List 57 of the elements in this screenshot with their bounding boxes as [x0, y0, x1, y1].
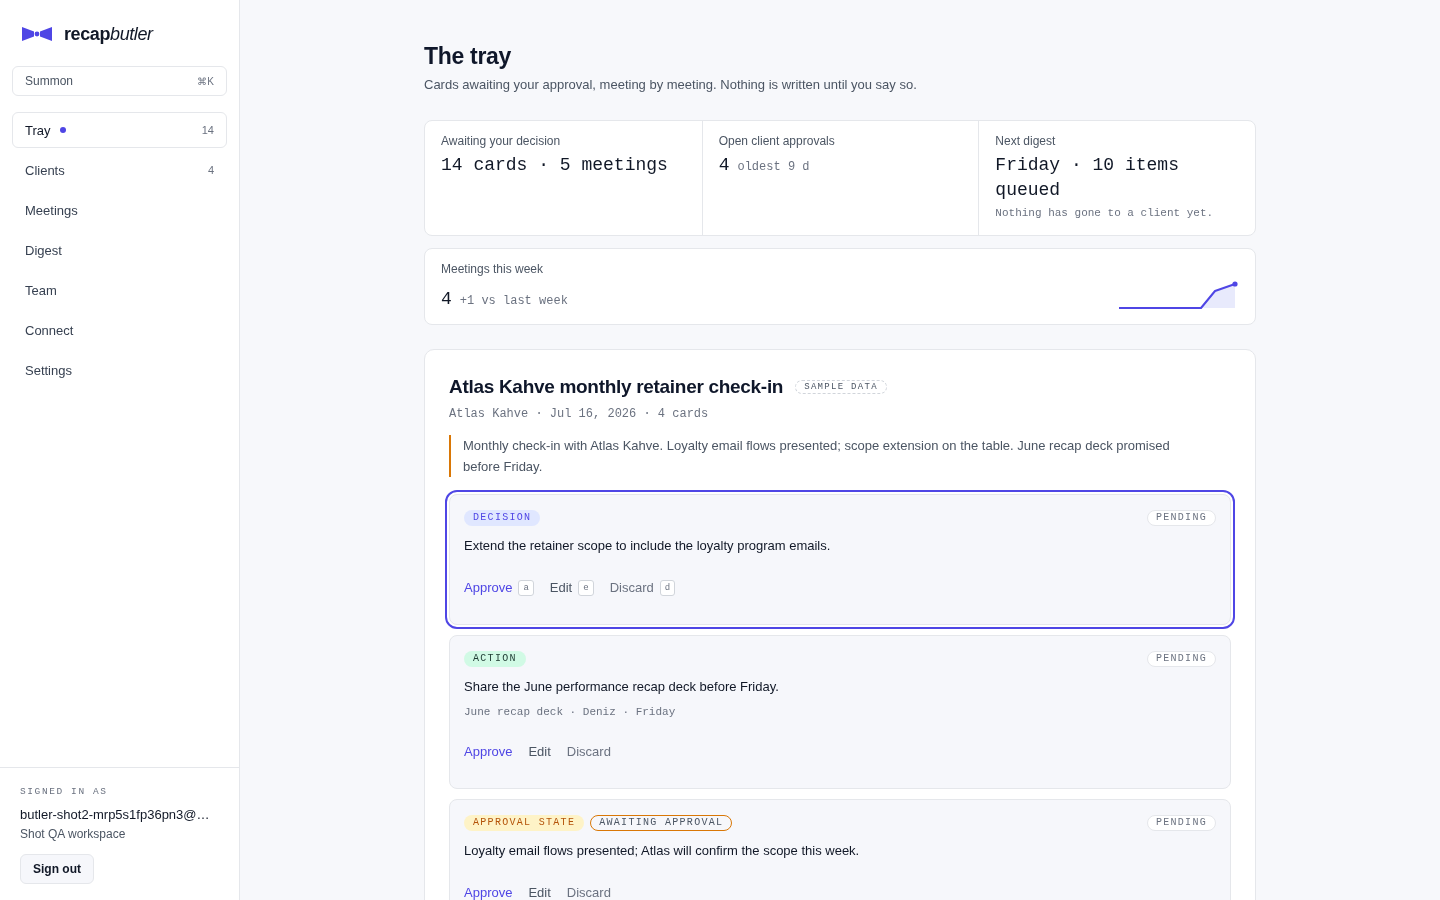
- nav-item[interactable]: Digest: [12, 232, 227, 268]
- nav-item[interactable]: Meetings: [12, 192, 227, 228]
- page-title: The tray: [424, 42, 513, 71]
- stat-label: Meetings this week: [441, 261, 545, 277]
- meeting-meta: Atlas Kahve · Jul 16, 2026 · 4 cards: [449, 406, 710, 422]
- stat-value: 4: [441, 288, 452, 311]
- status-badge: PENDING: [1146, 651, 1216, 667]
- status-badge: PENDING: [1146, 815, 1216, 831]
- stat-value: Friday · 10 items queued: [995, 154, 1180, 202]
- stat-note: Nothing has gone to a client yet.: [995, 206, 1215, 221]
- meeting-title: Atlas Kahve monthly retainer check-in: [449, 375, 784, 399]
- card-text: Extend the retainer scope to include the loyalty program emails.: [464, 537, 832, 555]
- card-text: Share the June performance recap deck before Friday.: [464, 678, 780, 696]
- item-count: 4: [207, 164, 214, 176]
- app-logo: recapbutler: [64, 23, 153, 45]
- stat-label: Next digest: [995, 133, 1057, 149]
- meeting-summary: Monthly check-in with Atlas Kahve. Loyalty email flows presented; scope extension on the table. June recap deck promised before Friday.: [449, 435, 1231, 477]
- card-type-tag: ACTION: [464, 651, 526, 667]
- stat-value: 4: [718, 154, 730, 177]
- edit-button[interactable]: Edit: [549, 578, 573, 598]
- edit-button[interactable]: Edit: [528, 742, 551, 762]
- tray-card[interactable]: APPROVAL STATE AWAITING APPROVAL PENDING Loyalty email flows presented; Atlas will confirm the scope this week. Approve Edit Discard: [449, 799, 1231, 900]
- card-detail: June recap deck · Deniz · Friday: [464, 705, 677, 720]
- signed-in-heading: SIGNED IN AS: [20, 786, 109, 798]
- summon-button[interactable]: Summon ⌘K: [12, 66, 227, 96]
- stat-value: 14 cards · 5 meetings: [441, 154, 668, 177]
- card-type-tag: APPROVAL STATE: [464, 815, 585, 831]
- discard-button[interactable]: Discard: [566, 883, 611, 900]
- shortcut-key: d: [659, 580, 676, 596]
- stat-label: Awaiting your decision: [441, 133, 562, 149]
- shortcut-key: e: [578, 580, 594, 596]
- edit-button[interactable]: Edit: [528, 883, 551, 900]
- nav-item[interactable]: Connect: [12, 312, 227, 348]
- item-count: 14: [201, 124, 214, 136]
- tray-card[interactable]: ACTION PENDING Share the June performance recap deck before Friday. June recap deck · Deniz · Friday Approve Edit Discard: [449, 635, 1231, 789]
- approve-button[interactable]: Approve: [464, 883, 513, 900]
- stat-label: Open client approvals: [718, 133, 836, 149]
- status-badge: PENDING: [1146, 510, 1216, 526]
- nav-item[interactable]: Team: [12, 272, 227, 308]
- card-type-tag: DECISION: [464, 510, 541, 526]
- page-subtitle: Cards awaiting your approval, meeting by meeting. Nothing is written until you say so.: [424, 76, 918, 94]
- approve-button[interactable]: Approve: [464, 578, 513, 598]
- discard-button[interactable]: Discard: [566, 742, 611, 762]
- shortcut-key: ⌘K: [197, 75, 214, 87]
- workspace-name: Shot QA workspace: [20, 826, 127, 842]
- shortcut-key: a: [518, 580, 534, 596]
- stat-detail: oldest 9 d: [737, 160, 810, 174]
- sign-out-button[interactable]: Sign out: [20, 854, 94, 884]
- card-text: Loyalty email flows presented; Atlas will confirm the scope this week.: [464, 842, 861, 860]
- discard-button[interactable]: Discard: [609, 578, 654, 598]
- nav-item[interactable]: Clients 4: [12, 152, 227, 188]
- account-email: butler-shot2-mrp5s1fp36pn3@…: [20, 806, 211, 824]
- bowtie-icon: [22, 27, 52, 41]
- nav-item[interactable]: Settings: [12, 352, 227, 388]
- approve-button[interactable]: Approve: [464, 742, 513, 762]
- stat-detail: +1 vs last week: [459, 294, 568, 308]
- nav-item[interactable]: Tray 14: [12, 112, 227, 148]
